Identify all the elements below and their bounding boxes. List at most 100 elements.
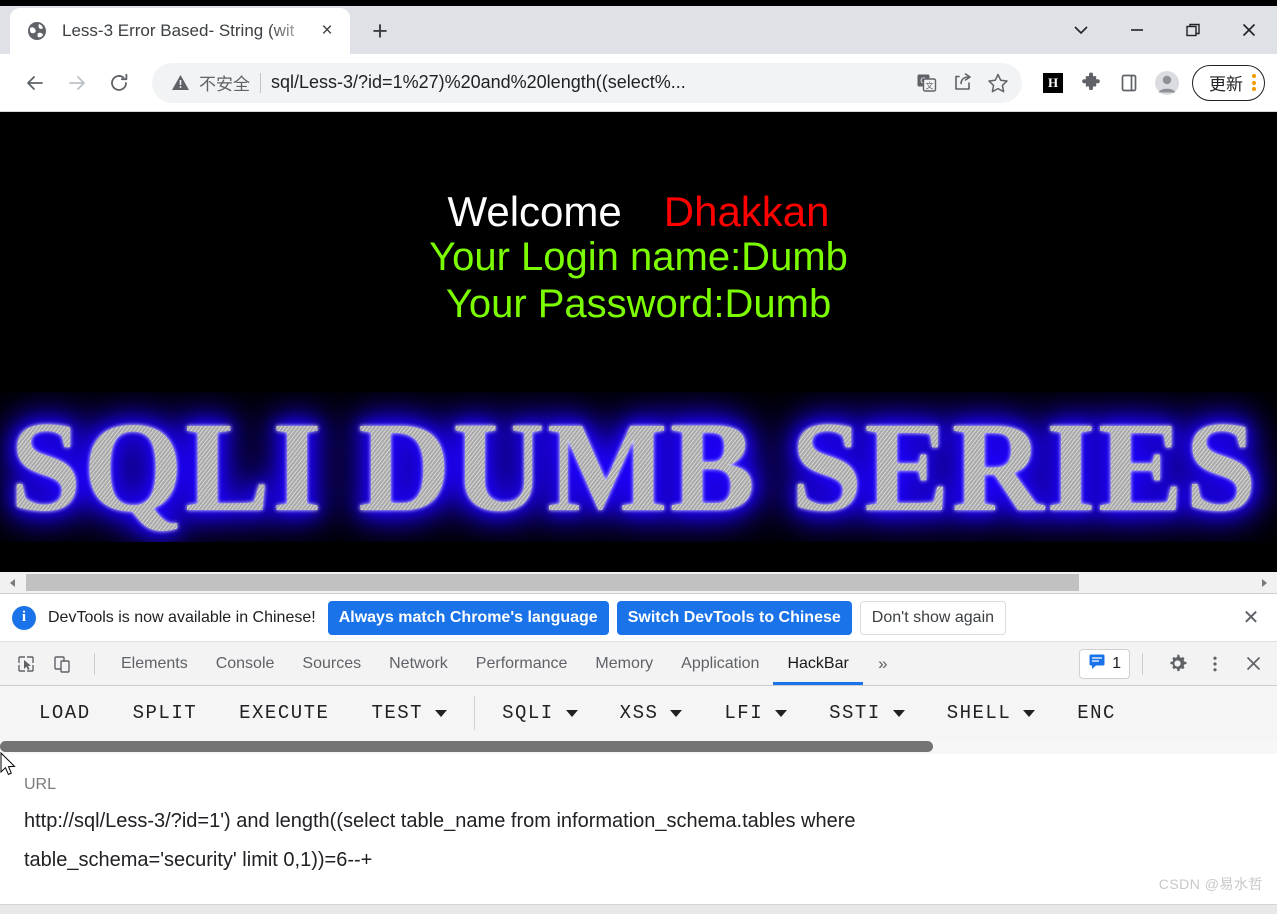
tab-search-icon[interactable]: [1053, 6, 1109, 54]
update-label: 更新: [1209, 75, 1243, 94]
bottom-strip: [0, 904, 1277, 914]
address-bar[interactable]: 不安全 sql/Less-3/?id=1%27)%20and%20length(…: [152, 62, 1022, 103]
chevron-down-icon: [565, 709, 578, 717]
tab-sources[interactable]: Sources: [288, 642, 375, 685]
dont-show-again-button[interactable]: Don't show again: [859, 600, 1007, 635]
browser-toolbar: 不安全 sql/Less-3/?id=1%27)%20and%20length(…: [0, 54, 1277, 112]
omnibox-divider: [260, 72, 261, 93]
kebab-menu-icon[interactable]: [1199, 648, 1231, 680]
hackbar-lfi-menu[interactable]: LFI: [703, 702, 808, 724]
tab-elements[interactable]: Elements: [107, 642, 202, 685]
message-count: 1: [1112, 654, 1121, 672]
info-icon: i: [12, 605, 36, 630]
tab-network[interactable]: Network: [375, 642, 462, 685]
close-window-icon[interactable]: [1221, 6, 1277, 54]
new-tab-button[interactable]: +: [358, 11, 402, 51]
not-secure-warning-icon[interactable]: [170, 72, 191, 93]
globe-icon: [26, 20, 48, 42]
password-line: Your Password:Dumb: [445, 282, 832, 327]
hackbar-xss-menu[interactable]: XSS: [599, 702, 704, 724]
hackbar-load-label: LOAD: [39, 702, 91, 724]
chevron-down-icon: [435, 709, 448, 717]
update-button[interactable]: 更新: [1192, 64, 1265, 101]
message-icon: [1088, 652, 1106, 675]
hackbar-split-button[interactable]: SPLIT: [112, 702, 219, 724]
hackbar-divider: [474, 696, 476, 730]
hackbar-url-input[interactable]: http://sql/Less-3/?id=1') and length((se…: [24, 802, 1044, 880]
back-button[interactable]: [14, 62, 56, 104]
hackbar-scrollbar-thumb[interactable]: [0, 741, 933, 752]
window-controls: [1053, 6, 1277, 54]
maximize-restore-icon[interactable]: [1165, 6, 1221, 54]
hackbar-execute-label: EXECUTE: [239, 702, 330, 724]
url-text[interactable]: sql/Less-3/?id=1%27)%20and%20length((sel…: [271, 72, 906, 93]
tab-close-icon[interactable]: ×: [314, 18, 340, 44]
hackbar-horizontal-scrollbar[interactable]: [0, 740, 1277, 754]
message-count-badge[interactable]: 1: [1079, 648, 1130, 679]
hackbar-sqli-menu[interactable]: SQLI: [481, 702, 599, 724]
share-icon[interactable]: [946, 67, 978, 99]
hackbar-shell-label: SHELL: [946, 702, 1012, 724]
chevron-down-icon: [775, 709, 788, 717]
scrollbar-thumb[interactable]: [26, 573, 1079, 591]
welcome-text: Welcome: [447, 188, 622, 235]
always-match-language-button[interactable]: Always match Chrome's language: [327, 600, 609, 635]
devtools-language-banner: i DevTools is now available in Chinese! …: [0, 594, 1277, 642]
welcome-line: Welcome Dhakkan: [0, 188, 1277, 235]
hackbar-ssti-menu[interactable]: SSTI: [808, 702, 926, 724]
scroll-right-arrow-icon[interactable]: [1253, 572, 1275, 594]
devtools-panel: i DevTools is now available in Chinese! …: [0, 594, 1277, 914]
device-toolbar-icon[interactable]: [46, 648, 78, 680]
chrome-menu-icon[interactable]: [1252, 74, 1256, 91]
page-horizontal-scrollbar[interactable]: [0, 572, 1277, 594]
scrollbar-track[interactable]: [26, 572, 1277, 594]
scroll-left-arrow-icon[interactable]: [0, 572, 26, 594]
chevron-down-icon: [670, 709, 683, 717]
tab-title: Less-3 Error Based- String (wit: [62, 21, 295, 40]
side-panel-icon[interactable]: [1112, 66, 1146, 100]
hackbar-lfi-label: LFI: [724, 702, 764, 724]
inspect-element-icon[interactable]: [10, 648, 42, 680]
page-content: Welcome Dhakkan Your Login name:Dumb Your…: [0, 112, 1277, 328]
hackbar-enc-menu[interactable]: ENC: [1056, 702, 1137, 724]
tab-memory[interactable]: Memory: [581, 642, 667, 685]
star-icon[interactable]: [982, 67, 1014, 99]
hackbar-load-button[interactable]: LOAD: [18, 702, 112, 724]
banner-message: DevTools is now available in Chinese!: [48, 608, 316, 626]
banner-close-icon[interactable]: ✕: [1237, 604, 1265, 632]
switch-to-chinese-button[interactable]: Switch DevTools to Chinese: [616, 600, 852, 635]
tab-application[interactable]: Application: [667, 642, 773, 685]
login-name-line: Your Login name:Dumb: [429, 235, 848, 280]
minimize-icon[interactable]: [1109, 6, 1165, 54]
hackbar-test-menu[interactable]: TEST: [350, 702, 468, 724]
hackbar-execute-button[interactable]: EXECUTE: [218, 702, 350, 724]
forward-button[interactable]: [56, 62, 98, 104]
url-field-label: URL: [24, 776, 57, 793]
translate-icon[interactable]: G 文: [910, 67, 942, 99]
hackbar-toolbar: LOAD SPLIT EXECUTE TEST SQLI XSS LFI SST…: [0, 686, 1277, 740]
mouse-cursor-icon: [0, 751, 18, 783]
tab-strip: Less-3 Error Based- String (wit × +: [0, 0, 1277, 54]
security-status-text: 不安全: [199, 75, 250, 94]
reload-button[interactable]: [98, 62, 140, 104]
hackbar-shell-menu[interactable]: SHELL: [926, 702, 1057, 724]
gear-icon[interactable]: [1161, 648, 1193, 680]
svg-text:文: 文: [925, 80, 933, 90]
avatar-icon[interactable]: [1150, 66, 1184, 100]
close-devtools-icon[interactable]: [1237, 648, 1269, 680]
hackbar-sqli-label: SQLI: [502, 702, 554, 724]
csdn-watermark: CSDN @易水哲: [1158, 876, 1263, 892]
hackbar-extension-icon[interactable]: H: [1036, 66, 1070, 100]
tab-performance[interactable]: Performance: [462, 642, 582, 685]
chrome-browser-window: Less-3 Error Based- String (wit × + 不安全 …: [0, 0, 1277, 921]
puzzle-icon[interactable]: [1074, 66, 1108, 100]
more-tabs-icon[interactable]: »: [867, 648, 899, 680]
browser-tab[interactable]: Less-3 Error Based- String (wit ×: [10, 8, 350, 54]
hackbar-url-section: URL http://sql/Less-3/?id=1') and length…: [0, 754, 1277, 914]
tab-console[interactable]: Console: [202, 642, 289, 685]
tab-hackbar[interactable]: HackBar: [773, 642, 862, 685]
chevron-down-icon: [892, 709, 905, 717]
chevron-down-icon: [1023, 709, 1036, 717]
sqli-dumb-series-logo: SQLI DUMB SERIES: [0, 392, 1277, 542]
logo-text: SQLI DUMB SERIES: [0, 392, 1277, 542]
